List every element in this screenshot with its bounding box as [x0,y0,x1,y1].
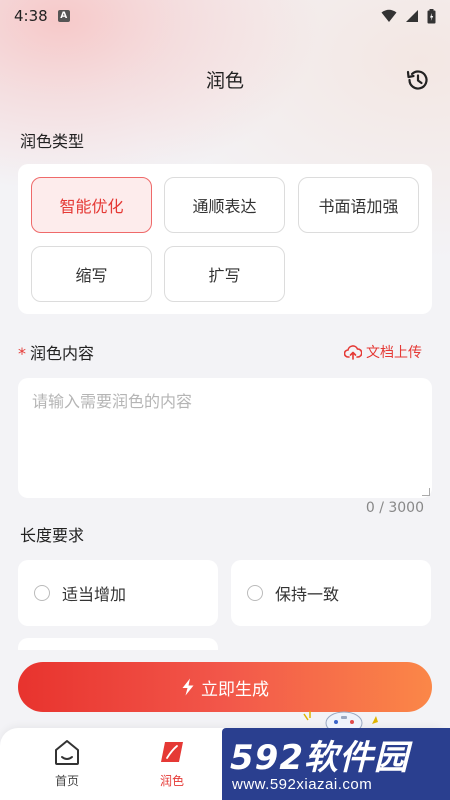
polish-type-option-expand[interactable]: 扩写 [164,246,285,302]
notification-icon: A [57,10,70,22]
watermark-logo: 592软件园 www.592xiazai.com [222,728,450,800]
resize-handle[interactable] [422,488,430,496]
length-option-same-label: 保持一致 [275,585,340,604]
polish-leaf-icon [161,742,183,762]
content-label: 润色内容 [30,344,95,363]
status-icons [381,8,436,24]
tab-polish[interactable]: 润色 [132,736,212,796]
status-bar: 4:38 A [0,0,450,32]
history-icon [406,70,428,90]
document-upload-button[interactable]: 文档上传 [344,342,422,362]
polish-type-card: 智能优化 通顺表达 书面语加强 缩写 扩写 [18,164,432,314]
document-upload-label: 文档上传 [366,345,422,361]
content-textarea[interactable] [18,378,432,498]
length-option-same[interactable]: 保持一致 [231,560,431,626]
generate-button[interactable]: 立即生成 [18,662,432,712]
polish-type-option-formal[interactable]: 书面语加强 [298,177,419,233]
history-button[interactable] [404,66,432,94]
length-label: 长度要求 [20,526,85,545]
nav-bar: 润色 [0,56,450,102]
radio-increase[interactable] [34,585,50,601]
watermark-url: www.592xiazai.com [232,776,373,793]
polish-type-option-shorten[interactable]: 缩写 [31,246,152,302]
signal-icon [406,10,418,22]
length-option-increase[interactable]: 适当增加 [18,560,218,626]
polish-type-option-smart[interactable]: 智能优化 [31,177,152,233]
content-header: * 润色内容 文档上传 [18,340,432,366]
generate-button-label: 立即生成 [201,679,269,700]
tab-polish-label: 润色 [159,774,184,788]
length-option-increase-label: 适当增加 [62,585,127,604]
polish-type-label: 润色类型 [20,132,85,151]
wifi-icon [381,9,397,22]
polish-type-option-fluent[interactable]: 通顺表达 [164,177,285,233]
content-textarea-container [18,378,432,498]
lightning-icon [182,678,194,696]
watermark-brand: 592软件园 [230,738,409,778]
char-count: 0 / 3000 [365,500,424,516]
cloud-upload-icon [344,345,362,360]
home-icon [55,740,79,765]
radio-same[interactable] [247,585,263,601]
status-time: 4:38 [14,7,48,25]
tab-home-label: 首页 [54,774,79,788]
page-title: 润色 [205,70,244,92]
required-mark: * [18,344,26,363]
battery-icon [427,8,436,23]
tab-home[interactable]: 首页 [27,736,107,796]
